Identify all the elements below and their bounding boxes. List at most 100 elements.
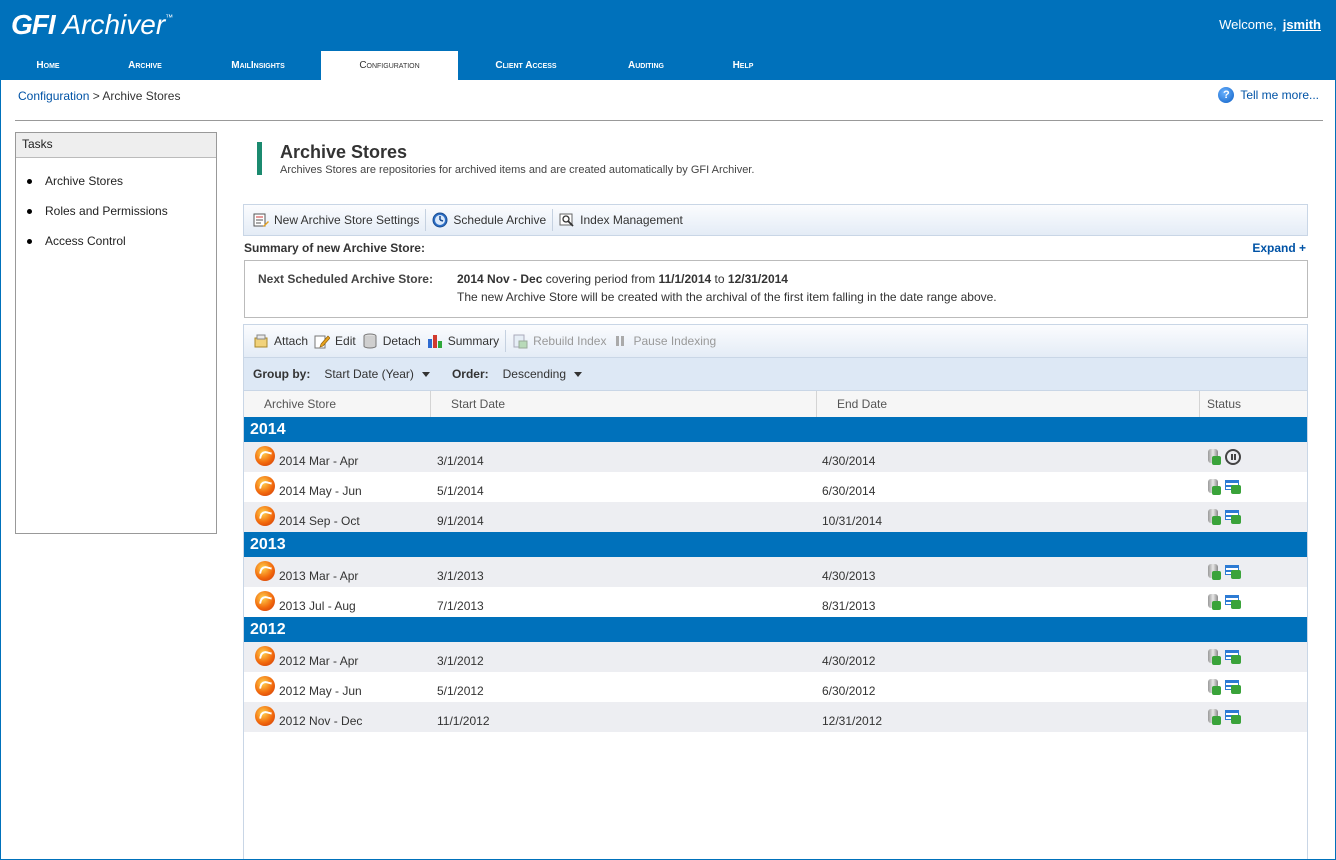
page-title: Archive Stores	[280, 142, 408, 162]
app-window: GFI Archiver™ Welcome, jsmith Home Archiv…	[0, 0, 1336, 860]
archive-store-icon	[255, 646, 275, 666]
database-ok-icon	[1207, 564, 1221, 580]
table-row[interactable]: 2014 Mar - Apr 3/1/2014 4/30/2014	[244, 442, 1307, 472]
column-end-date[interactable]: End Date	[817, 391, 1200, 417]
breadcrumb: Configuration > Archive Stores	[18, 89, 180, 103]
cell-name: 2014 May - Jun	[279, 484, 362, 498]
tasks-panel: Tasks Archive Stores Roles and Permissio…	[15, 132, 217, 534]
database-ok-icon	[1207, 479, 1221, 495]
next-scheduled-note: The new Archive Store will be created wi…	[457, 290, 997, 304]
rebuild-index-button[interactable]: Rebuild Index	[509, 329, 609, 353]
column-status[interactable]: Status	[1200, 391, 1307, 417]
tab-help[interactable]: Help	[698, 51, 788, 80]
table-row[interactable]: 2012 Mar - Apr 3/1/2012 4/30/2012	[244, 642, 1307, 672]
index-ok-icon	[1225, 480, 1241, 494]
pause-indexing-button[interactable]: Pause Indexing	[609, 329, 719, 353]
chevron-down-icon[interactable]	[421, 371, 430, 377]
breadcrumb-separator: >	[92, 89, 100, 103]
archive-store-icon	[255, 706, 275, 726]
cell-start: 5/1/2014	[437, 484, 484, 498]
cell-end: 4/30/2012	[822, 654, 876, 668]
index-management-button[interactable]: Index Management	[556, 208, 686, 232]
group-order-bar: Group by: Start Date (Year) Order: Desce…	[244, 357, 1307, 390]
table-row[interactable]: 2012 May - Jun 5/1/2012 6/30/2012	[244, 672, 1307, 702]
table-row[interactable]: 2013 Mar - Apr 3/1/2013 4/30/2013	[244, 557, 1307, 587]
group-row-2014: 2014	[244, 417, 1307, 442]
task-access-control[interactable]: Access Control	[16, 226, 216, 256]
store-settings-toolbar: New Archive Store Settings Schedule Arch…	[243, 204, 1308, 236]
order-select[interactable]: Descending	[503, 367, 566, 381]
edit-pencil-icon	[314, 333, 331, 349]
next-scheduled-label: Next Scheduled Archive Store:	[258, 272, 433, 286]
cell-start: 3/1/2012	[437, 654, 484, 668]
tab-configuration[interactable]: Configuration	[321, 51, 458, 80]
bar-chart-icon	[427, 333, 443, 349]
schedule-archive-button[interactable]: Schedule Archive	[429, 208, 549, 232]
summary-title: Summary of new Archive Store:	[244, 241, 425, 255]
task-archive-stores[interactable]: Archive Stores	[16, 166, 216, 196]
toolbar-separator	[425, 209, 427, 231]
database-ok-icon	[1207, 449, 1221, 465]
archive-stores-grid: Attach Edit Detach Summary Rebuild Index	[243, 324, 1308, 859]
tell-me-more-link[interactable]: ? Tell me more...	[1218, 87, 1319, 103]
next-scheduled-details: 2014 Nov - Dec covering period from 11/1…	[457, 272, 788, 286]
pause-icon	[612, 333, 628, 349]
attach-button[interactable]: Attach	[250, 329, 311, 353]
cell-end: 6/30/2012	[822, 684, 876, 698]
username-link[interactable]: jsmith	[1283, 17, 1321, 32]
tasks-header: Tasks	[16, 133, 216, 158]
archive-store-icon	[255, 446, 275, 466]
cell-name: 2013 Jul - Aug	[279, 599, 356, 613]
bullet-icon	[27, 209, 32, 214]
group-row-2012: 2012	[244, 617, 1307, 642]
order-label: Order:	[451, 367, 489, 381]
divider	[15, 120, 1323, 121]
group-by-select[interactable]: Start Date (Year)	[324, 367, 414, 381]
cell-name: 2012 Nov - Dec	[279, 714, 363, 728]
index-ok-icon	[1225, 710, 1241, 724]
cell-start: 3/1/2013	[437, 569, 484, 583]
chevron-down-icon[interactable]	[574, 371, 582, 377]
column-start-date[interactable]: Start Date	[431, 391, 817, 417]
column-archive-store[interactable]: Archive Store	[244, 391, 431, 417]
title-accent-bar	[257, 142, 262, 175]
help-icon: ?	[1218, 87, 1235, 103]
tab-client-access[interactable]: Client Access	[458, 51, 594, 80]
tab-mailinsights[interactable]: MailInsights	[195, 51, 321, 80]
breadcrumb-configuration-link[interactable]: Configuration	[18, 89, 89, 103]
database-ok-icon	[1207, 709, 1221, 725]
cell-end: 6/30/2014	[822, 484, 876, 498]
group-row-2013: 2013	[244, 532, 1307, 557]
rebuild-index-icon	[512, 333, 528, 349]
tab-auditing[interactable]: Auditing	[594, 51, 698, 80]
edit-button[interactable]: Edit	[311, 329, 359, 353]
cell-end: 4/30/2013	[822, 569, 876, 583]
table-row[interactable]: 2013 Jul - Aug 7/1/2013 8/31/2013	[244, 587, 1307, 617]
toolbar-separator	[552, 209, 554, 231]
main-nav: Home Archive MailInsights Configuration …	[1, 51, 901, 80]
tab-home[interactable]: Home	[1, 51, 95, 80]
cell-name: 2012 Mar - Apr	[279, 654, 359, 668]
settings-list-icon	[253, 212, 269, 228]
summary-button[interactable]: Summary	[424, 329, 502, 353]
detach-button[interactable]: Detach	[359, 329, 424, 353]
tab-archive[interactable]: Archive	[95, 51, 195, 80]
expand-link[interactable]: Expand +	[1252, 241, 1306, 255]
cell-start: 9/1/2014	[437, 514, 484, 528]
cell-start: 11/1/2012	[437, 714, 490, 728]
summary-box: Next Scheduled Archive Store: 2014 Nov -…	[244, 260, 1308, 318]
index-ok-icon	[1225, 565, 1241, 579]
new-archive-store-settings-button[interactable]: New Archive Store Settings	[250, 208, 422, 232]
attach-database-icon	[253, 333, 269, 349]
table-row[interactable]: 2012 Nov - Dec 11/1/2012 12/31/2012	[244, 702, 1307, 732]
cell-start: 7/1/2013	[437, 599, 484, 613]
cell-start: 5/1/2012	[437, 684, 484, 698]
index-ok-icon	[1225, 650, 1241, 664]
database-ok-icon	[1207, 649, 1221, 665]
cell-name: 2012 May - Jun	[279, 684, 362, 698]
task-roles-permissions[interactable]: Roles and Permissions	[16, 196, 216, 226]
table-row[interactable]: 2014 May - Jun 5/1/2014 6/30/2014	[244, 472, 1307, 502]
table-row[interactable]: 2014 Sep - Oct 9/1/2014 10/31/2014	[244, 502, 1307, 532]
index-ok-icon	[1225, 595, 1241, 609]
cell-start: 3/1/2014	[437, 454, 484, 468]
